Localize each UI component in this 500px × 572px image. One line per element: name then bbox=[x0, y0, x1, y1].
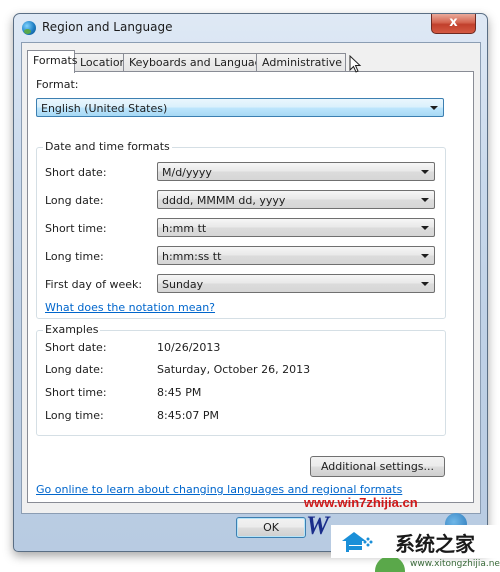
chevron-down-icon bbox=[421, 254, 429, 258]
format-select[interactable]: English (United States) bbox=[36, 98, 444, 117]
globe-icon bbox=[22, 21, 36, 35]
example-long-date-value: Saturday, October 26, 2013 bbox=[157, 363, 311, 376]
short-time-label: Short time: bbox=[45, 222, 107, 235]
example-long-time-label: Long time: bbox=[45, 409, 104, 422]
formats-tab-panel: Format: English (United States) Date and… bbox=[27, 71, 474, 503]
group-title-date-time-formats: Date and time formats bbox=[43, 140, 172, 153]
title-bar[interactable]: Region and Language x bbox=[14, 14, 487, 42]
close-button[interactable]: x bbox=[431, 14, 476, 34]
example-short-time-value: 8:45 PM bbox=[157, 386, 202, 399]
short-time-select[interactable]: h:mm tt bbox=[157, 218, 435, 237]
watermark-chinese-text: 系统之家 bbox=[395, 532, 475, 556]
notation-help-link[interactable]: What does the notation mean? bbox=[45, 301, 215, 314]
examples-group: Examples Short date: 10/26/2013 Long dat… bbox=[36, 323, 446, 436]
watermark-url: www.win7zhijia.cn bbox=[304, 495, 418, 510]
first-day-of-week-label: First day of week: bbox=[45, 278, 143, 291]
short-date-select-value: M/d/yyyy bbox=[162, 166, 212, 179]
example-short-date-label: Short date: bbox=[45, 341, 107, 354]
long-time-select-value: h:mm:ss tt bbox=[162, 250, 222, 263]
tab-administrative[interactable]: Administrative bbox=[256, 53, 346, 72]
chevron-down-icon bbox=[421, 282, 429, 286]
chevron-down-icon bbox=[430, 106, 438, 110]
short-date-select[interactable]: M/d/yyyy bbox=[157, 162, 435, 181]
example-long-time-value: 8:45:07 PM bbox=[157, 409, 220, 422]
mouse-cursor-icon bbox=[349, 55, 362, 73]
chevron-down-icon bbox=[421, 226, 429, 230]
region-language-dialog: Region and Language x Formats Location K… bbox=[13, 13, 488, 552]
dialog-client-area: Formats Location Keyboards and Languages… bbox=[21, 42, 481, 514]
long-time-label: Long time: bbox=[45, 250, 104, 263]
watermark-logo-letter: W bbox=[306, 511, 330, 540]
additional-settings-button[interactable]: Additional settings... bbox=[310, 456, 445, 477]
chevron-down-icon bbox=[421, 198, 429, 202]
chevron-down-icon bbox=[421, 170, 429, 174]
watermark-banner: 系统之家 bbox=[331, 525, 500, 558]
format-select-value: English (United States) bbox=[41, 102, 168, 115]
window-title: Region and Language bbox=[42, 20, 173, 34]
long-date-label: Long date: bbox=[45, 194, 104, 207]
format-label: Format: bbox=[36, 78, 79, 91]
example-short-date-value: 10/26/2013 bbox=[157, 341, 221, 354]
first-day-of-week-select[interactable]: Sunday bbox=[157, 274, 435, 293]
long-date-select-value: dddd, MMMM dd, yyyy bbox=[162, 194, 286, 207]
watermark-green-shape bbox=[375, 556, 405, 572]
watermark-subtext: www.xitongzhijia.net bbox=[410, 559, 500, 569]
tab-location[interactable]: Location bbox=[74, 53, 127, 72]
first-day-of-week-select-value: Sunday bbox=[162, 278, 204, 291]
tab-keyboards-and-languages[interactable]: Keyboards and Languages bbox=[123, 53, 274, 72]
example-long-date-label: Long date: bbox=[45, 363, 104, 376]
example-short-time-label: Short time: bbox=[45, 386, 107, 399]
long-time-select[interactable]: h:mm:ss tt bbox=[157, 246, 435, 265]
date-time-formats-group: Date and time formats Short date: M/d/yy… bbox=[36, 140, 446, 319]
group-title-examples: Examples bbox=[43, 323, 101, 336]
long-date-select[interactable]: dddd, MMMM dd, yyyy bbox=[157, 190, 435, 209]
ok-button[interactable]: OK bbox=[236, 517, 306, 538]
short-date-label: Short date: bbox=[45, 166, 107, 179]
house-logo-icon bbox=[342, 532, 373, 552]
tab-formats[interactable]: Formats bbox=[27, 50, 78, 73]
short-time-select-value: h:mm tt bbox=[162, 222, 207, 235]
